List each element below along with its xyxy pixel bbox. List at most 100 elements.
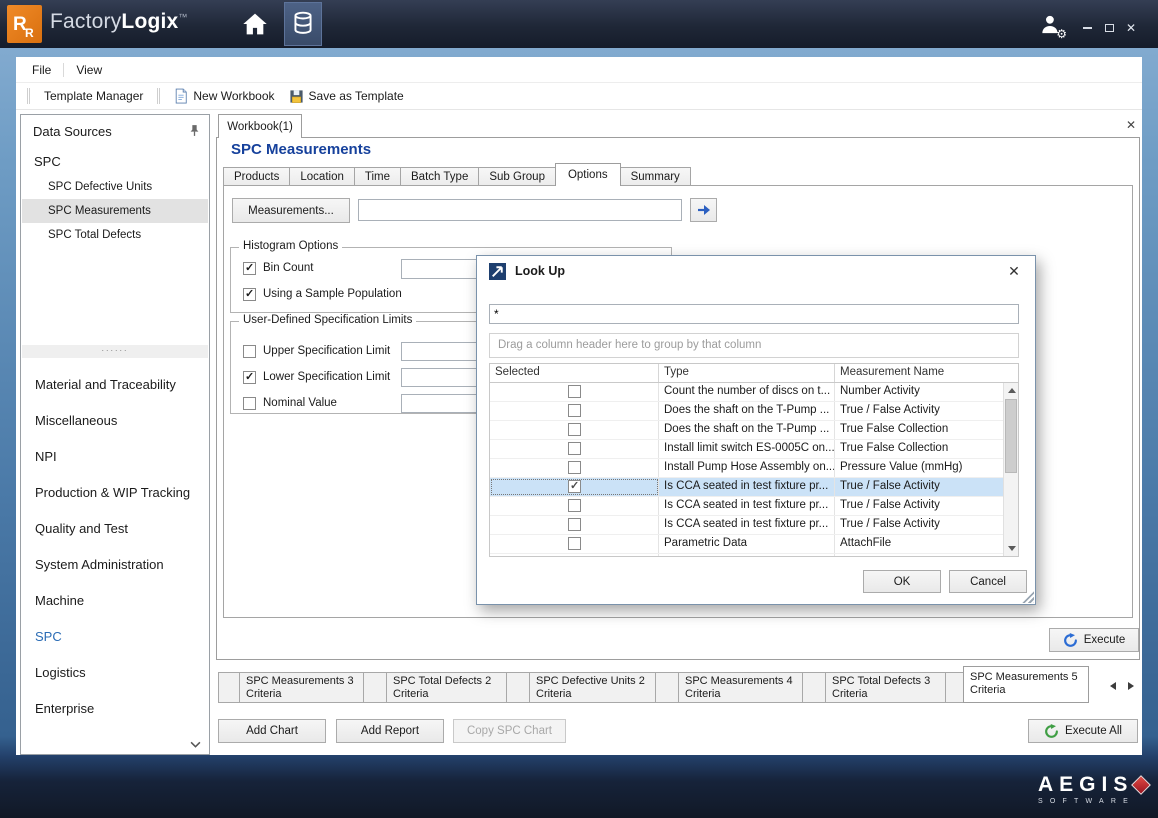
lookup-dialog-titlebar[interactable]: Look Up ✕ [477,256,1035,286]
table-row[interactable]: Parametric Data AttachFile [490,535,1003,554]
histogram-options-legend: Histogram Options [239,240,342,252]
column-header-measurement-name[interactable]: Measurement Name [835,364,1018,382]
sidebar-item-system-administration[interactable]: System Administration [22,547,208,583]
criteria-tab-stub[interactable] [218,672,240,703]
sample-population-checkbox[interactable] [243,288,256,301]
table-row[interactable]: Is CCA seated in test fixture pr... True… [490,497,1003,516]
add-chart-button[interactable]: Add Chart [218,719,326,743]
criteria-tab-stub[interactable] [655,672,679,703]
tab-summary[interactable]: Summary [620,167,691,186]
criteria-tab-stub[interactable] [802,672,826,703]
nominal-value-checkbox[interactable] [243,397,256,410]
criteria-scroll-left-button[interactable] [1106,677,1120,695]
home-button[interactable] [237,8,273,40]
scrollbar-down-button[interactable] [1004,541,1019,556]
table-row[interactable]: Install Pump Hose Assembly on... Pressur… [490,459,1003,478]
column-header-type[interactable]: Type [659,364,835,382]
toolbar-grip[interactable] [157,88,160,104]
sidebar-item-spc-measurements[interactable]: SPC Measurements [22,199,208,223]
row-checkbox[interactable] [568,518,581,531]
toolbar-grip[interactable] [27,88,30,104]
row-checkbox[interactable] [568,499,581,512]
sidebar-item-production-wip-tracking[interactable]: Production & WIP Tracking [22,475,208,511]
menu-view[interactable]: View [66,60,112,80]
row-checkbox[interactable] [568,423,581,436]
save-as-template-button[interactable]: Save as Template [282,86,411,107]
table-row[interactable] [490,554,1003,557]
criteria-tab-stub[interactable] [506,672,530,703]
table-row-selected[interactable]: Is CCA seated in test fixture pr... True… [490,478,1003,497]
sidebar-item-material-and-traceability[interactable]: Material and Traceability [22,367,208,403]
sidebar-item-quality-and-test[interactable]: Quality and Test [22,511,208,547]
table-row[interactable]: Count the number of discs on t... Number… [490,383,1003,402]
new-workbook-button[interactable]: New Workbook [167,85,281,107]
lower-spec-limit-checkbox[interactable] [243,371,256,384]
criteria-tab-spc-measurements-3[interactable]: SPC Measurements 3Criteria [239,672,364,703]
sidebar-item-spc-defective-units[interactable]: SPC Defective Units [22,175,208,199]
add-report-button[interactable]: Add Report [336,719,444,743]
sidebar-group-spc[interactable]: SPC [34,154,61,169]
lookup-close-icon[interactable]: ✕ [1005,262,1023,280]
lookup-filter-input[interactable] [489,304,1019,324]
tab-time[interactable]: Time [354,167,401,186]
scrollbar-thumb[interactable] [1005,399,1017,473]
tab-sub-group[interactable]: Sub Group [478,167,556,186]
table-row[interactable]: Does the shaft on the T-Pump ... True Fa… [490,421,1003,440]
measurements-button[interactable]: Measurements... [232,198,350,223]
sidebar-item-logistics[interactable]: Logistics [22,655,208,691]
criteria-tab-stub[interactable] [363,672,387,703]
window-maximize-button[interactable] [1100,19,1118,37]
criteria-scroll-right-button[interactable] [1124,677,1138,695]
row-checkbox[interactable] [568,537,581,550]
bin-count-checkbox[interactable] [243,262,256,275]
sidebar-item-npi[interactable]: NPI [22,439,208,475]
window-close-button[interactable]: ✕ [1122,19,1140,37]
criteria-tab-stub[interactable] [945,672,964,703]
table-scrollbar[interactable] [1003,383,1018,556]
workbook-close-icon[interactable]: ✕ [1122,116,1140,134]
criteria-tab-spc-measurements-4[interactable]: SPC Measurements 4Criteria [678,672,803,703]
tab-location[interactable]: Location [289,167,354,186]
tab-options[interactable]: Options [555,163,621,186]
measurements-go-button[interactable] [690,198,717,222]
user-settings-button[interactable]: ⚙ [1034,8,1068,42]
chevron-down-icon[interactable] [190,741,201,748]
scrollbar-up-button[interactable] [1004,383,1019,398]
row-checkbox[interactable] [568,480,581,493]
ok-button[interactable]: OK [863,570,941,593]
sidebar-splitter[interactable]: ...... [22,345,208,358]
column-header-selected[interactable]: Selected [490,364,659,382]
sidebar-item-spc[interactable]: SPC [22,619,208,655]
row-checkbox[interactable] [568,461,581,474]
workbook-tab[interactable]: Workbook(1) [218,114,302,138]
sidebar-item-miscellaneous[interactable]: Miscellaneous [22,403,208,439]
sidebar-item-machine[interactable]: Machine [22,583,208,619]
spec-limits-legend: User-Defined Specification Limits [239,314,416,326]
criteria-tab-spc-total-defects-3[interactable]: SPC Total Defects 3Criteria [825,672,946,703]
criteria-tab-spc-defective-units-2[interactable]: SPC Defective Units 2Criteria [529,672,656,703]
table-row[interactable]: Is CCA seated in test fixture pr... True… [490,516,1003,535]
criteria-tab-spc-total-defects-2[interactable]: SPC Total Defects 2Criteria [386,672,507,703]
row-checkbox[interactable] [568,404,581,417]
cancel-button[interactable]: Cancel [949,570,1027,593]
pin-icon[interactable] [188,124,202,138]
menu-file[interactable]: File [22,60,61,80]
sidebar-item-enterprise[interactable]: Enterprise [22,691,208,727]
template-manager-button[interactable]: Template Manager [37,86,150,106]
measurements-input[interactable] [358,199,682,221]
criteria-tab-spc-measurements-5[interactable]: SPC Measurements 5Criteria [963,666,1089,703]
table-row[interactable]: Does the shaft on the T-Pump ... True / … [490,402,1003,421]
row-checkbox[interactable] [568,385,581,398]
window-minimize-button[interactable] [1078,19,1096,37]
execute-all-button[interactable]: Execute All [1028,719,1138,743]
group-by-drop-area[interactable]: Drag a column header here to group by th… [489,333,1019,358]
execute-button[interactable]: Execute [1049,628,1139,652]
workbook-library-button[interactable] [284,2,322,46]
sidebar-item-spc-total-defects[interactable]: SPC Total Defects [22,223,208,247]
row-checkbox[interactable] [568,556,581,557]
table-row[interactable]: Install limit switch ES-0005C on... True… [490,440,1003,459]
tab-batch-type[interactable]: Batch Type [400,167,479,186]
upper-spec-limit-checkbox[interactable] [243,345,256,358]
row-checkbox[interactable] [568,442,581,455]
tab-products[interactable]: Products [223,167,290,186]
